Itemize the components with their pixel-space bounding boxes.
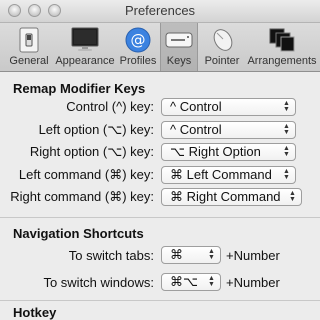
svg-text:@: @: [131, 31, 146, 49]
switch-windows-popup[interactable]: ⌘⌥ ▲ ▼: [161, 273, 221, 291]
popup-arrows-icon: ▲ ▼: [289, 190, 296, 203]
tab-appearance[interactable]: Appearance: [54, 23, 116, 71]
popup-arrows-icon: ▲ ▼: [208, 248, 215, 261]
switch-windows-label: To switch windows:: [43, 275, 154, 290]
control-key-label: Control (^) key:: [66, 99, 154, 114]
preferences-toolbar: General Appearance @ Profiles Keys Point…: [0, 23, 320, 72]
tab-general[interactable]: General: [6, 23, 52, 71]
tab-arrangements[interactable]: Arrangements: [246, 23, 318, 71]
switch-tabs-value: ⌘: [170, 247, 183, 262]
right-option-key-popup[interactable]: ⌥ Right Option ▲ ▼: [161, 143, 296, 161]
popup-arrows-icon: ▲ ▼: [283, 100, 290, 113]
popup-arrows-icon: ▲ ▼: [208, 275, 215, 288]
popup-arrows-icon: ▲ ▼: [283, 145, 290, 158]
section-divider: [0, 300, 320, 301]
tab-arrangements-label: Arrangements: [247, 55, 317, 67]
control-key-popup[interactable]: ^ Control ▲ ▼: [161, 98, 296, 116]
light-switch-icon: [14, 26, 44, 54]
tab-pointer[interactable]: Pointer: [200, 23, 244, 71]
tab-appearance-label: Appearance: [55, 55, 115, 67]
tab-pointer-label: Pointer: [204, 55, 240, 67]
navigation-heading: Navigation Shortcuts: [13, 226, 144, 241]
right-command-key-label: Right command (⌘) key:: [10, 189, 154, 204]
left-option-key-label: Left option (⌥) key:: [38, 122, 154, 137]
right-command-key-popup[interactable]: ⌘ Right Command ▲ ▼: [161, 188, 302, 206]
keyboard-key-icon: [164, 26, 194, 54]
switch-tabs-suffix: +Number: [226, 248, 280, 263]
switch-tabs-label: To switch tabs:: [68, 248, 154, 263]
right-command-key-value: ⌘ Right Command: [170, 189, 281, 204]
stacked-windows-icon: [267, 26, 297, 54]
left-command-key-value: ⌘ Left Command: [170, 167, 272, 182]
popup-arrows-icon: ▲ ▼: [283, 168, 290, 181]
tab-profiles-label: Profiles: [119, 55, 157, 67]
left-option-key-value: ^ Control: [170, 122, 222, 137]
tab-keys[interactable]: Keys: [160, 23, 198, 71]
left-option-key-popup[interactable]: ^ Control ▲ ▼: [161, 121, 296, 139]
title-bar: Preferences: [0, 0, 320, 23]
switch-tabs-popup[interactable]: ⌘ ▲ ▼: [161, 246, 221, 264]
control-key-value: ^ Control: [170, 99, 222, 114]
at-sign-icon: @: [123, 26, 153, 54]
left-command-key-label: Left command (⌘) key:: [18, 167, 154, 182]
tab-general-label: General: [9, 55, 49, 67]
mouse-icon: [207, 26, 237, 54]
right-option-key-value: ⌥ Right Option: [170, 144, 261, 159]
window-title: Preferences: [124, 3, 196, 18]
switch-windows-value: ⌘⌥: [170, 274, 198, 289]
switch-windows-suffix: +Number: [226, 275, 280, 290]
right-option-key-label: Right option (⌥) key:: [29, 144, 154, 159]
popup-arrows-icon: ▲ ▼: [283, 123, 290, 136]
tab-keys-label: Keys: [166, 55, 192, 67]
left-command-key-popup[interactable]: ⌘ Left Command ▲ ▼: [161, 166, 296, 184]
tab-profiles[interactable]: @ Profiles: [118, 23, 158, 71]
section-divider: [0, 217, 320, 218]
monitor-icon: [70, 26, 100, 54]
remap-heading: Remap Modifier Keys: [13, 81, 146, 96]
